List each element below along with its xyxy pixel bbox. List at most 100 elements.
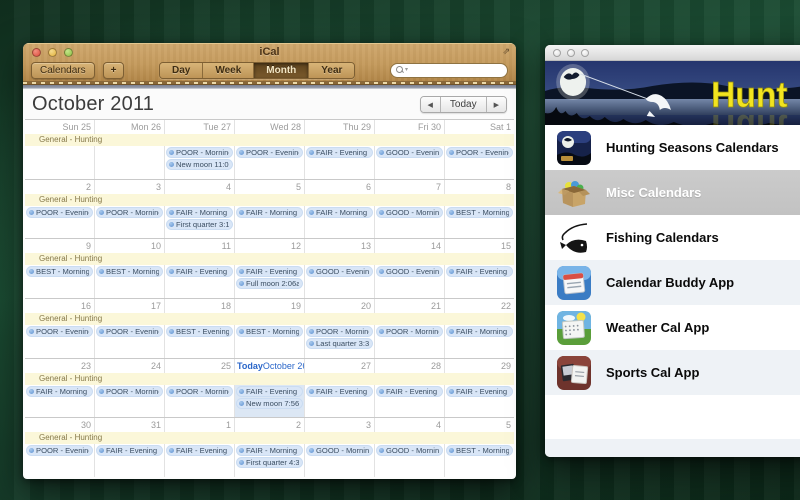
date-label[interactable]: 27 bbox=[305, 359, 375, 373]
event-pill[interactable]: POOR - Evening bbox=[26, 326, 93, 337]
date-label[interactable]: 2 bbox=[25, 180, 95, 194]
day-cell[interactable]: POOR - MorningLast quarter 3:30am bbox=[305, 325, 375, 358]
zoom-button[interactable] bbox=[64, 48, 73, 57]
event-pill[interactable]: POOR - Evening bbox=[446, 147, 513, 158]
event-pill[interactable]: FAIR - Morning bbox=[166, 207, 233, 218]
event-pill[interactable]: BEST - Morning bbox=[446, 207, 513, 218]
day-cell[interactable]: GOOD - Evening bbox=[375, 146, 445, 179]
date-label[interactable]: Fri 30 bbox=[375, 120, 445, 134]
day-cell[interactable] bbox=[25, 146, 95, 179]
calendars-button[interactable]: Calendars bbox=[31, 62, 95, 79]
minimize-button-inactive[interactable] bbox=[567, 49, 575, 57]
day-cell[interactable]: POOR - Evening bbox=[95, 325, 165, 358]
event-pill[interactable]: POOR - Morning bbox=[166, 147, 233, 158]
date-label[interactable]: 17 bbox=[95, 299, 165, 313]
day-cell[interactable]: FAIR - MorningFirst quarter 3:15am bbox=[165, 206, 235, 239]
event-pill[interactable]: BEST - Morning bbox=[26, 266, 93, 277]
date-label[interactable]: 19 bbox=[235, 299, 305, 313]
view-tab-week[interactable]: Week bbox=[203, 63, 254, 78]
day-cell[interactable]: BEST - Morning bbox=[445, 206, 514, 239]
day-cell[interactable]: GOOD - Morning bbox=[375, 206, 445, 239]
all-day-event-hunting[interactable]: General - Hunting bbox=[25, 313, 514, 325]
minimize-button[interactable] bbox=[48, 48, 57, 57]
event-pill[interactable]: GOOD - Evening bbox=[376, 147, 443, 158]
date-label[interactable]: 4 bbox=[165, 180, 235, 194]
list-item-weather-cal-app[interactable]: Weather Cal App bbox=[545, 305, 800, 350]
day-cell[interactable]: FAIR - Evening bbox=[305, 146, 375, 179]
event-pill[interactable]: FAIR - Evening bbox=[236, 386, 303, 397]
day-cell[interactable]: POOR - Evening bbox=[445, 146, 514, 179]
list-item-fishing-calendars[interactable]: Fishing Calendars bbox=[545, 215, 800, 260]
list-item-sports-cal-app[interactable]: Sports Cal App bbox=[545, 350, 800, 395]
date-label[interactable]: 25 bbox=[165, 359, 235, 373]
event-pill[interactable]: FAIR - Evening bbox=[446, 386, 513, 397]
date-label[interactable]: 9 bbox=[25, 239, 95, 253]
all-day-event-hunting[interactable]: General - Hunting bbox=[25, 253, 514, 265]
event-pill[interactable]: GOOD - Morning bbox=[306, 445, 373, 456]
event-pill[interactable]: POOR - Morning bbox=[306, 326, 373, 337]
app-titlebar[interactable] bbox=[545, 45, 800, 61]
event-pill[interactable]: Last quarter 3:30am bbox=[306, 338, 373, 349]
event-pill[interactable]: FAIR - Evening bbox=[236, 266, 303, 277]
today-button[interactable]: Today bbox=[441, 97, 487, 112]
event-pill[interactable]: GOOD - Evening bbox=[306, 266, 373, 277]
day-cell[interactable]: GOOD - Morning bbox=[375, 444, 445, 477]
day-cell[interactable]: FAIR - EveningFull moon 2:06am bbox=[235, 265, 305, 298]
date-label[interactable]: 31 bbox=[95, 418, 165, 432]
date-label[interactable]: 6 bbox=[305, 180, 375, 194]
event-pill[interactable]: POOR - Evening bbox=[96, 326, 163, 337]
event-pill[interactable]: POOR - Evening bbox=[26, 207, 93, 218]
day-cell[interactable]: FAIR - Morning bbox=[445, 325, 514, 358]
day-cell[interactable]: FAIR - Morning bbox=[305, 206, 375, 239]
day-cell[interactable]: FAIR - Evening bbox=[445, 265, 514, 298]
date-label[interactable]: 11 bbox=[165, 239, 235, 253]
day-cell[interactable]: POOR - MorningNew moon 11:09am bbox=[165, 146, 235, 179]
event-pill[interactable]: New moon 7:56pm bbox=[236, 398, 303, 409]
date-label[interactable]: 20 bbox=[305, 299, 375, 313]
view-tab-month[interactable]: Month bbox=[254, 63, 309, 78]
zoom-button-inactive[interactable] bbox=[581, 49, 589, 57]
event-pill[interactable]: Full moon 2:06am bbox=[236, 278, 303, 289]
day-cell[interactable] bbox=[95, 146, 165, 179]
search-field[interactable]: ▾ bbox=[390, 63, 508, 78]
event-pill[interactable]: GOOD - Evening bbox=[376, 266, 443, 277]
day-cell[interactable]: FAIR - Evening bbox=[375, 385, 445, 418]
date-label[interactable]: Sat 1 bbox=[445, 120, 514, 134]
day-cell[interactable]: FAIR - Evening bbox=[445, 385, 514, 418]
date-label[interactable]: 5 bbox=[445, 418, 514, 432]
day-cell[interactable]: POOR - Morning bbox=[375, 325, 445, 358]
date-label[interactable]: 21 bbox=[375, 299, 445, 313]
event-pill[interactable]: BEST - Morning bbox=[236, 326, 303, 337]
all-day-event-hunting[interactable]: General - Hunting bbox=[25, 134, 514, 146]
day-cell[interactable]: POOR - Evening bbox=[25, 444, 95, 477]
date-label[interactable]: 5 bbox=[235, 180, 305, 194]
event-pill[interactable]: BEST - Evening bbox=[166, 326, 233, 337]
date-label[interactable]: 16 bbox=[25, 299, 95, 313]
day-cell[interactable]: FAIR - EveningNew moon 7:56pm bbox=[235, 385, 305, 418]
day-cell[interactable]: POOR - Morning bbox=[95, 385, 165, 418]
event-pill[interactable]: First quarter 3:15am bbox=[166, 219, 233, 230]
event-pill[interactable]: POOR - Evening bbox=[236, 147, 303, 158]
day-cell[interactable]: GOOD - Evening bbox=[305, 265, 375, 298]
date-label[interactable]: Tue 27 bbox=[165, 120, 235, 134]
event-pill[interactable]: POOR - Morning bbox=[96, 386, 163, 397]
list-item-hunting-seasons-calendars[interactable]: Hunting Seasons Calendars bbox=[545, 125, 800, 170]
event-pill[interactable]: BEST - Morning bbox=[96, 266, 163, 277]
date-label[interactable]: Sun 25 bbox=[25, 120, 95, 134]
add-event-button[interactable]: + bbox=[103, 62, 125, 79]
date-label[interactable]: 22 bbox=[445, 299, 514, 313]
event-pill[interactable]: GOOD - Morning bbox=[376, 207, 443, 218]
date-label[interactable]: 28 bbox=[375, 359, 445, 373]
day-cell[interactable]: FAIR - Evening bbox=[305, 385, 375, 418]
event-pill[interactable]: FAIR - Evening bbox=[376, 386, 443, 397]
view-tab-day[interactable]: Day bbox=[160, 63, 203, 78]
date-label[interactable]: Wed 28 bbox=[235, 120, 305, 134]
day-cell[interactable]: BEST - Morning bbox=[95, 265, 165, 298]
date-label[interactable]: Thu 29 bbox=[305, 120, 375, 134]
day-cell[interactable]: POOR - Evening bbox=[25, 325, 95, 358]
all-day-event-hunting[interactable]: General - Hunting bbox=[25, 373, 514, 385]
event-pill[interactable]: POOR - Evening bbox=[26, 445, 93, 456]
prev-month-button[interactable]: ◀ bbox=[421, 97, 441, 112]
event-pill[interactable]: New moon 11:09am bbox=[166, 159, 233, 170]
event-pill[interactable]: FAIR - Morning bbox=[446, 326, 513, 337]
